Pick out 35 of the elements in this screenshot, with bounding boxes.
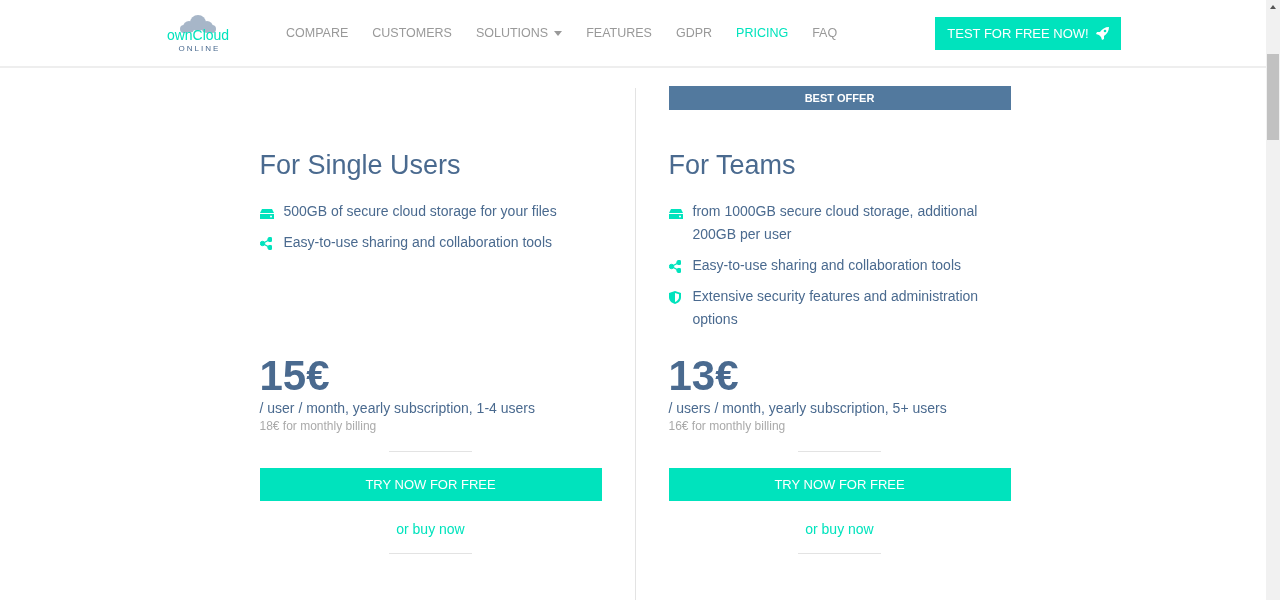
nav-link[interactable]: PRICING — [724, 26, 801, 40]
monthly-price-note: 16€ for monthly billing — [668, 418, 787, 435]
feature-text: from 1000GB secure cloud storage, additional 200GB per user — [692, 202, 979, 244]
feature-text: Easy-to-use sharing and collaboration tools — [692, 256, 961, 275]
hard-drive-icon — [668, 209, 683, 219]
buy-now-link[interactable]: or buy now — [805, 521, 874, 537]
share-icon — [259, 237, 272, 250]
nav-link[interactable]: FAQ — [800, 26, 850, 40]
logo-text: ownCloud — [166, 27, 230, 42]
test-for-free-button[interactable]: TEST FOR FREE NOW! — [935, 16, 1121, 50]
try-now-button[interactable]: TRY NOW FOR FREE — [259, 468, 602, 501]
price: 13€ — [668, 353, 740, 399]
price: 15€ — [259, 353, 331, 399]
nav-link[interactable]: CUSTOMERS — [360, 26, 464, 40]
hard-drive-icon — [259, 209, 274, 219]
feature-text: Extensive security features and administration options — [692, 287, 980, 329]
plan-title: For Teams — [668, 149, 797, 182]
price-terms: / users / month, yearly subscription, 5+ users — [668, 399, 948, 417]
nav-link[interactable]: FEATURES — [574, 26, 664, 40]
shield-icon — [668, 291, 681, 304]
best-offer-banner: BEST OFFER — [668, 86, 1011, 110]
try-now-button[interactable]: TRY NOW FOR FREE — [668, 468, 1011, 501]
nav-link[interactable]: COMPARE — [274, 26, 361, 40]
logo-subtitle: ONLINE — [177, 43, 221, 53]
nav-link[interactable]: SOLUTIONS — [463, 26, 575, 40]
price-terms: / user / month, yearly subscription, 1-4 users — [259, 399, 536, 417]
feature-text: Easy-to-use sharing and collaboration tools — [283, 233, 552, 252]
feature-text: 500GB of secure cloud storage for your files — [283, 202, 557, 221]
share-icon — [668, 260, 681, 273]
nav-link[interactable]: GDPR — [663, 26, 725, 40]
plan-title: For Single Users — [259, 149, 462, 182]
rocket-icon — [1095, 26, 1109, 40]
monthly-price-note: 18€ for monthly billing — [259, 418, 378, 435]
scrollbar-thumb[interactable] — [1267, 54, 1279, 140]
buy-now-link[interactable]: or buy now — [396, 521, 465, 537]
